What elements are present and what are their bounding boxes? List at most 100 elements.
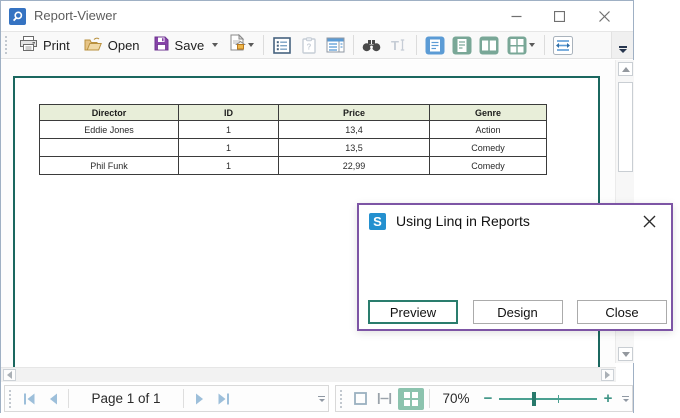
toolbar-separator (416, 35, 417, 55)
page-setup-button[interactable] (322, 33, 349, 57)
scroll-down-button[interactable] (618, 347, 633, 361)
cell: Comedy (430, 139, 547, 157)
linq-dialog: S Using Linq in Reports Preview Design C… (357, 203, 673, 331)
close-icon (643, 215, 656, 228)
toolbar-options-button[interactable] (318, 396, 325, 402)
svg-text:T: T (391, 38, 399, 52)
statusbar: Page 1 of 1 (1, 382, 633, 413)
close-dialog-button[interactable]: Close (577, 300, 667, 324)
arrow-right-icon (605, 371, 610, 379)
window-title: Report-Viewer (34, 1, 117, 31)
cell: 22,99 (279, 157, 430, 175)
svg-text:?: ? (306, 42, 311, 51)
multiple-pages-zoom-button[interactable] (398, 388, 424, 410)
multi-page-view-button[interactable] (502, 33, 540, 57)
table-row: 1 13,5 Comedy (40, 139, 547, 157)
print-button[interactable]: Print (13, 33, 77, 57)
separator (68, 389, 69, 408)
fit-page-button[interactable] (348, 387, 372, 410)
cell: Comedy (430, 157, 547, 175)
single-page-view-button[interactable] (421, 33, 448, 57)
design-button[interactable]: Design (473, 300, 563, 324)
continuous-view-button[interactable] (448, 33, 475, 57)
save-button[interactable]: Save (147, 33, 226, 57)
scroll-left-button[interactable] (3, 369, 16, 381)
zoom-out-button[interactable]: − (479, 390, 497, 407)
save-floppy-icon (154, 36, 169, 54)
dialog-title: Using Linq in Reports (396, 213, 530, 229)
scroll-up-button[interactable] (618, 62, 633, 76)
open-button[interactable]: Open (77, 33, 147, 57)
dialog-button-row: Preview Design Close (368, 300, 667, 324)
cell: Action (430, 121, 547, 139)
table-row: Eddie Jones 1 13,4 Action (40, 121, 547, 139)
separator (429, 389, 430, 408)
titlebar: Report-Viewer (1, 1, 633, 31)
close-button[interactable] (584, 1, 624, 31)
screen: Report-Viewer (0, 0, 680, 418)
grid-icon (404, 392, 410, 398)
zoom-slider-track[interactable] (499, 398, 597, 400)
clipboard-question-icon: ? (302, 37, 316, 54)
page-navigation-toolbar: Page 1 of 1 (4, 385, 329, 412)
parameters-panel-button[interactable] (268, 33, 295, 57)
cell: Eddie Jones (40, 121, 179, 139)
toolbar-grip[interactable] (5, 36, 9, 54)
multi-page-dropdown-caret[interactable] (529, 43, 535, 47)
scroll-right-button[interactable] (601, 369, 614, 381)
parameters-icon (273, 37, 291, 54)
text-cursor-icon: T (390, 38, 407, 52)
printer-icon (20, 36, 37, 54)
open-label: Open (108, 38, 140, 53)
zoom-in-button[interactable]: + (599, 390, 617, 407)
next-page-button[interactable] (187, 387, 211, 410)
export-dropdown-caret[interactable] (248, 43, 254, 47)
cell: 13,4 (279, 121, 430, 139)
toolbar-grip[interactable] (9, 390, 13, 408)
toolbar-options-button[interactable] (611, 32, 633, 58)
print-label: Print (43, 38, 70, 53)
previous-page-button[interactable] (41, 387, 65, 410)
two-page-view-button[interactable] (475, 33, 502, 57)
cell (40, 139, 179, 157)
toolbar-grip[interactable] (340, 390, 344, 408)
horizontal-scrollbar[interactable] (1, 367, 616, 382)
save-label: Save (175, 38, 205, 53)
fit-width-icon (377, 392, 392, 405)
separator (183, 389, 184, 408)
zoom-slider[interactable] (499, 392, 597, 406)
page-indicator: Page 1 of 1 (72, 391, 180, 406)
maximize-button[interactable] (539, 1, 579, 31)
last-page-button[interactable] (211, 387, 235, 410)
preview-button[interactable]: Preview (368, 300, 458, 324)
zoom-slider-thumb[interactable] (532, 392, 536, 406)
first-page-button[interactable] (17, 387, 41, 410)
toolbar-separator (263, 35, 264, 55)
page-setup-icon (326, 37, 345, 53)
open-folder-icon (84, 37, 102, 54)
toolbar-options-button[interactable] (622, 396, 629, 402)
save-dropdown-caret[interactable] (212, 43, 218, 47)
page-width-icon (553, 36, 573, 55)
dialog-close-button[interactable] (637, 209, 661, 233)
cell: 13,5 (279, 139, 430, 157)
vertical-scroll-thumb[interactable] (618, 82, 633, 172)
multi-page-view-icon (507, 36, 527, 55)
previous-page-icon (49, 393, 58, 405)
next-page-icon (195, 393, 204, 405)
table-row: Phil Funk 1 22,99 Comedy (40, 157, 547, 175)
first-page-icon (23, 393, 36, 405)
arrow-up-icon (622, 67, 630, 72)
fit-width-button[interactable] (372, 387, 396, 410)
page-width-button[interactable] (549, 33, 576, 57)
clipboard-button: ? (295, 33, 322, 57)
find-button[interactable] (358, 33, 385, 57)
arrow-down-icon (622, 352, 630, 357)
toolbar-separator (544, 35, 545, 55)
cell: Phil Funk (40, 157, 179, 175)
single-page-view-icon (425, 36, 445, 55)
minimize-button[interactable] (496, 1, 536, 31)
export-button[interactable] (225, 33, 259, 57)
table-header-row: Director ID Price Genre (40, 105, 547, 121)
continuous-view-icon (452, 36, 472, 55)
